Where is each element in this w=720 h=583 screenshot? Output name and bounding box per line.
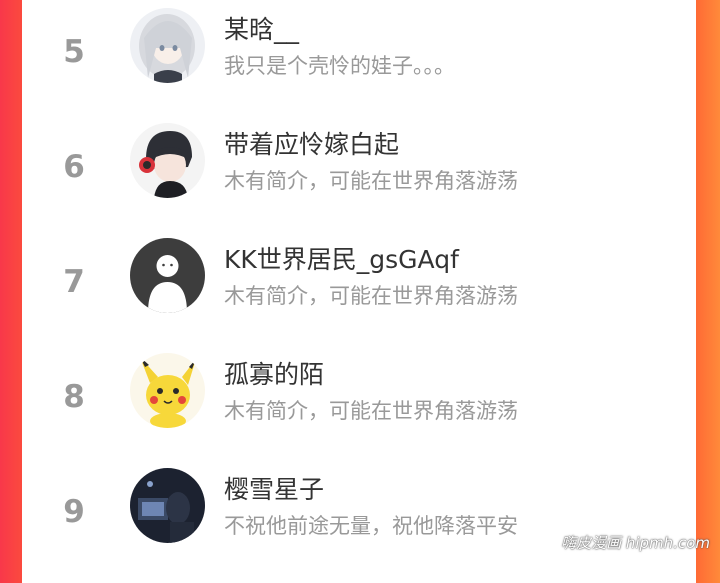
ranking-row-5[interactable]: 5 某晗__ 我只是个壳怜的娃子。。。 [22, 8, 696, 123]
user-name[interactable]: 某晗__ [224, 10, 299, 46]
rank-number: 9 [63, 494, 85, 530]
ranking-row-8[interactable]: 8 孤寡的陌 木有简介，可能在世界角落游荡 [22, 353, 696, 468]
user-bio: 木有简介，可能在世界角落游荡 [224, 284, 518, 308]
user-name[interactable]: 孤寡的陌 [224, 355, 324, 391]
user-bio: 不祝他前途无量，祝他降落平安 [224, 514, 518, 538]
user-name[interactable]: 带着应怜嫁白起 [224, 125, 399, 161]
ranking-row-7[interactable]: 7 KK世界居民_gsGAqf 木有简介，可能在世界角落游荡 [22, 238, 696, 353]
anime-boy-headphones-avatar[interactable] [130, 123, 205, 198]
user-bio: 木有简介，可能在世界角落游荡 [224, 399, 518, 423]
user-bio: 木有简介，可能在世界角落游荡 [224, 169, 518, 193]
ranking-row-6[interactable]: 6 带着应怜嫁白起 木有简介，可能在世界角落游荡 [22, 123, 696, 238]
pikachu-avatar[interactable] [130, 353, 205, 428]
rank-number: 8 [63, 379, 85, 415]
ranking-panel: 5 某晗__ 我只是个壳怜的娃子。。。 6 带着应怜嫁白起 木有简介，可能在世界… [22, 0, 696, 562]
dark-photo-avatar[interactable] [130, 468, 205, 543]
user-bio: 我只是个壳怜的娃子。。。 [224, 54, 455, 78]
site-watermark: 嗨皮漫画 hipmh.com [561, 534, 710, 552]
rank-number: 6 [63, 149, 85, 185]
rank-number: 5 [63, 34, 85, 70]
user-name[interactable]: KK世界居民_gsGAqf [224, 240, 459, 276]
default-user-avatar[interactable] [130, 238, 205, 313]
ranking-row-9[interactable]: 9 樱雪星子 不祝他前途无量，祝他降落平安 [22, 468, 696, 583]
anime-girl-avatar[interactable] [130, 8, 205, 83]
user-name[interactable]: 樱雪星子 [224, 470, 324, 506]
rank-number: 7 [63, 264, 85, 300]
